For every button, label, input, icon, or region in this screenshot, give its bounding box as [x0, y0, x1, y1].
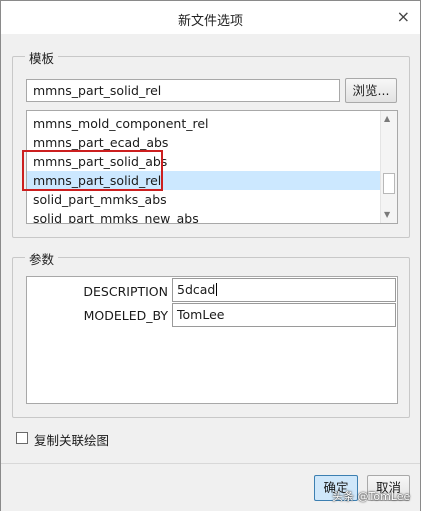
parameters-table: DESCRIPTION 5dcad MODELED_BY TomLee — [26, 276, 398, 404]
list-scrollbar[interactable]: ▲ ▼ — [380, 111, 397, 223]
browse-button[interactable]: 浏览... — [345, 78, 397, 103]
list-item[interactable]: mmns_part_ecad_abs — [27, 133, 380, 152]
new-file-options-dialog: 新文件选项 × 模板 mmns_part_solid_rel 浏览... mmn… — [0, 0, 421, 511]
watermark: 头条 @TomLee — [332, 490, 411, 503]
list-item-selected[interactable]: mmns_part_solid_rel — [27, 171, 380, 190]
list-item[interactable]: solid_part_mmks_new_abs — [27, 209, 380, 223]
close-icon[interactable]: × — [397, 7, 410, 26]
template-list[interactable]: mmns_mold_component_rel mmns_part_ecad_a… — [26, 110, 398, 224]
param-name: DESCRIPTION — [83, 284, 168, 299]
copy-drawing-label[interactable]: 复制关联绘图 — [34, 430, 109, 449]
scroll-down-icon[interactable]: ▼ — [384, 210, 390, 219]
list-item[interactable]: solid_part_mmks_abs — [27, 190, 380, 209]
scroll-thumb[interactable] — [383, 173, 395, 194]
list-item[interactable]: mmns_part_solid_abs — [27, 152, 380, 171]
param-value-input[interactable]: 5dcad — [172, 278, 396, 302]
param-value-input[interactable]: TomLee — [172, 303, 396, 327]
copy-drawing-checkbox[interactable] — [16, 432, 28, 444]
template-input[interactable]: mmns_part_solid_rel — [26, 79, 340, 102]
text-cursor — [216, 283, 218, 296]
param-value: TomLee — [177, 307, 225, 322]
param-value: 5dcad — [177, 282, 216, 297]
title-bar[interactable]: 新文件选项 × — [1, 1, 420, 34]
parameters-legend: 参数 — [25, 249, 59, 268]
scroll-up-icon[interactable]: ▲ — [384, 114, 390, 123]
param-name: MODELED_BY — [83, 308, 168, 323]
list-item[interactable]: mmns_mold_component_rel — [27, 114, 380, 133]
template-legend: 模板 — [25, 48, 59, 67]
dialog-title: 新文件选项 — [177, 14, 243, 29]
